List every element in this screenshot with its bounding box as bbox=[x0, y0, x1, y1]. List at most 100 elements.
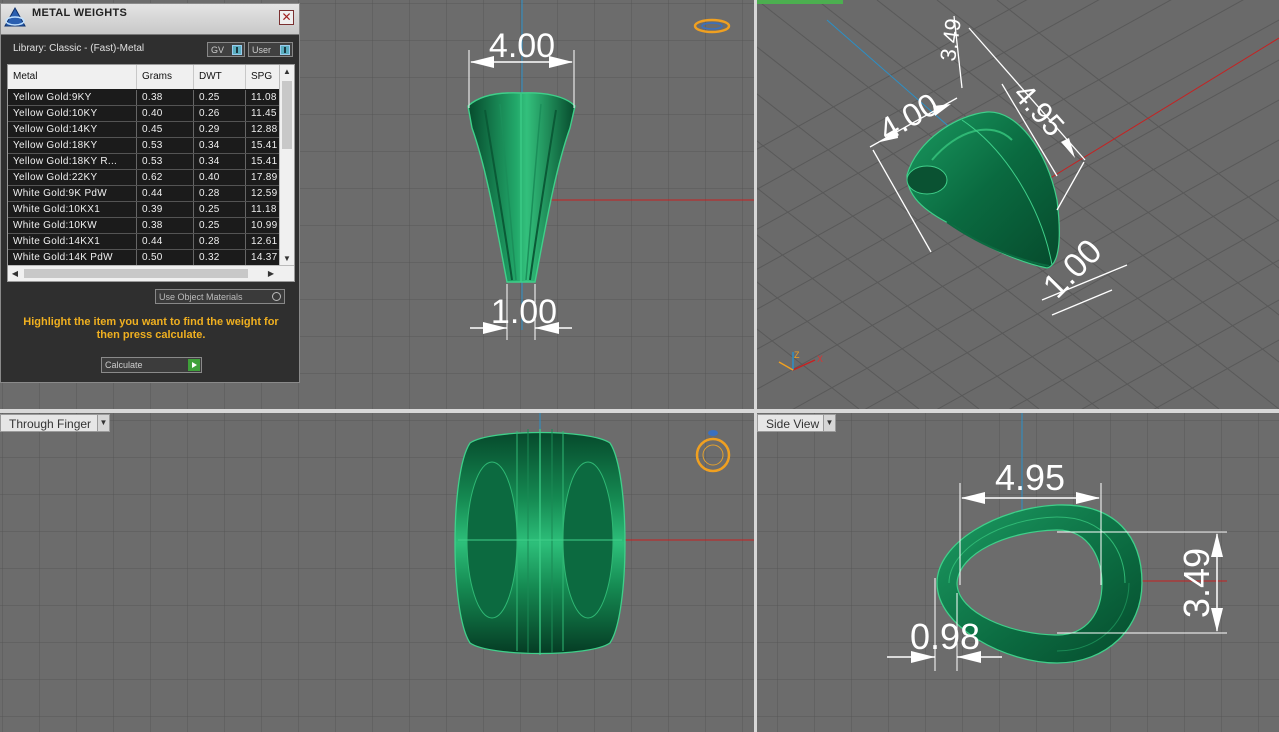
column-header-dwt[interactable]: DWT bbox=[194, 65, 246, 89]
table-cell: 0.25 bbox=[194, 202, 246, 217]
close-icon[interactable]: ✕ bbox=[279, 10, 294, 25]
table-cell: 0.38 bbox=[137, 218, 194, 233]
table-row[interactable]: Yellow Gold:14KY 0.45 0.29 12.88 bbox=[8, 122, 280, 138]
table-cell: 0.38 bbox=[137, 90, 194, 105]
app-logo-icon bbox=[4, 6, 26, 27]
table-cell: 0.28 bbox=[194, 186, 246, 201]
viewport-side-view[interactable]: 4.95 3.49 0.98 Side View ▼ bbox=[757, 413, 1279, 732]
table-cell: 14.37 bbox=[246, 250, 280, 265]
svg-text:Z: Z bbox=[794, 350, 800, 360]
table-row[interactable]: Yellow Gold:9KY 0.38 0.25 11.08 bbox=[8, 90, 280, 106]
table-cell: 0.25 bbox=[194, 90, 246, 105]
vertical-scrollbar[interactable]: ▲ ▼ bbox=[279, 65, 294, 266]
table-cell: 15.41 bbox=[246, 154, 280, 169]
viewport-label-through-finger[interactable]: Through Finger ▼ bbox=[0, 414, 110, 432]
metal-weights-panel: METAL WEIGHTS ✕ Library: Classic - (Fast… bbox=[0, 3, 300, 383]
viewport-divider-vertical[interactable] bbox=[754, 0, 757, 732]
viewport-label-text: Through Finger bbox=[9, 417, 92, 431]
table-cell: 10.99 bbox=[246, 218, 280, 233]
table-row[interactable]: White Gold:9K PdW 0.44 0.28 12.59 bbox=[8, 186, 280, 202]
column-header-spg[interactable]: SPG bbox=[246, 65, 280, 89]
table-row[interactable]: Yellow Gold:22KY 0.62 0.40 17.89 bbox=[8, 170, 280, 186]
table-cell: 17.89 bbox=[246, 170, 280, 185]
table-cell: 0.28 bbox=[194, 234, 246, 249]
scroll-up-icon[interactable]: ▲ bbox=[280, 65, 294, 79]
column-header-grams[interactable]: Grams bbox=[137, 65, 194, 89]
table-row[interactable]: White Gold:10KW 0.38 0.25 10.99 bbox=[8, 218, 280, 234]
gv-toggle-label: GV bbox=[211, 45, 225, 55]
table-cell: Yellow Gold:22KY bbox=[8, 170, 137, 185]
table-cell: 0.26 bbox=[194, 106, 246, 121]
table-header: Metal Grams DWT SPG bbox=[8, 65, 280, 89]
panel-title: METAL WEIGHTS bbox=[32, 7, 128, 19]
use-object-materials-option[interactable]: Use Object Materials bbox=[155, 289, 285, 304]
viewport-through-finger-canvas bbox=[0, 413, 754, 732]
scroll-thumb[interactable] bbox=[282, 81, 292, 149]
viewport-label-side-view[interactable]: Side View ▼ bbox=[757, 414, 836, 432]
calculate-button[interactable]: Calculate bbox=[101, 357, 202, 373]
table-row[interactable]: Yellow Gold:10KY 0.40 0.26 11.45 bbox=[8, 106, 280, 122]
table-cell: 0.45 bbox=[137, 122, 194, 137]
svg-text:X: X bbox=[817, 354, 823, 364]
table-cell: 0.50 bbox=[137, 250, 194, 265]
library-label: Library: Classic - (Fast)-Metal bbox=[13, 43, 145, 54]
horizontal-scrollbar[interactable]: ◀ ▶ bbox=[8, 265, 294, 281]
table-cell: White Gold:10KW bbox=[8, 218, 137, 233]
table-cell: White Gold:10KX1 bbox=[8, 202, 137, 217]
table-cell: 0.44 bbox=[137, 186, 194, 201]
ring-through-finger-shape bbox=[454, 429, 626, 655]
use-object-materials-label: Use Object Materials bbox=[159, 292, 243, 302]
dim-width-top: 4.00 bbox=[489, 27, 555, 65]
dim-width-bottom: 1.00 bbox=[491, 293, 557, 331]
table-row[interactable]: White Gold:14KX1 0.44 0.28 12.61 bbox=[8, 234, 280, 250]
table-cell: White Gold:14KX1 bbox=[8, 234, 137, 249]
play-icon bbox=[188, 359, 200, 371]
viewport-label-text: Side View bbox=[766, 417, 820, 431]
table-cell: 12.61 bbox=[246, 234, 280, 249]
table-cell: 0.34 bbox=[194, 154, 246, 169]
table-cell: Yellow Gold:18KY bbox=[8, 138, 137, 153]
scroll-right-icon[interactable]: ▶ bbox=[264, 266, 278, 281]
table-cell: Yellow Gold:9KY bbox=[8, 90, 137, 105]
table-cell: 0.40 bbox=[137, 106, 194, 121]
table-cell: Yellow Gold:18KY R... bbox=[8, 154, 137, 169]
toggle-switch-icon bbox=[232, 45, 242, 55]
table-cell: 0.39 bbox=[137, 202, 194, 217]
table-cell: 0.53 bbox=[137, 138, 194, 153]
column-header-metal[interactable]: Metal bbox=[8, 65, 137, 89]
scroll-left-icon[interactable]: ◀ bbox=[8, 266, 22, 281]
gv-toggle[interactable]: GV bbox=[207, 42, 245, 57]
table-cell: 15.41 bbox=[246, 138, 280, 153]
table-cell: 0.44 bbox=[137, 234, 194, 249]
scroll-thumb-horizontal[interactable] bbox=[24, 269, 248, 278]
table-row[interactable]: White Gold:10KX1 0.39 0.25 11.18 bbox=[8, 202, 280, 218]
chevron-down-icon[interactable]: ▼ bbox=[823, 415, 835, 431]
chevron-down-icon[interactable]: ▼ bbox=[97, 415, 109, 431]
user-toggle[interactable]: User bbox=[248, 42, 293, 57]
table-cell: 0.32 bbox=[194, 250, 246, 265]
table-cell: 11.08 bbox=[246, 90, 280, 105]
viewport-perspective[interactable]: 4.00 4.95 3.49 1.00 Z X bbox=[757, 0, 1279, 409]
scroll-down-icon[interactable]: ▼ bbox=[280, 252, 294, 266]
dim-0-98: 0.98 bbox=[910, 616, 980, 657]
table-cell: White Gold:14K PdW bbox=[8, 250, 137, 265]
viewport-divider-horizontal[interactable] bbox=[0, 409, 1279, 413]
table-cell: 11.18 bbox=[246, 202, 280, 217]
table-cell: 0.62 bbox=[137, 170, 194, 185]
table-cell: Yellow Gold:10KY bbox=[8, 106, 137, 121]
radio-icon[interactable] bbox=[272, 292, 281, 301]
table-cell: 12.88 bbox=[246, 122, 280, 137]
viewport-through-finger[interactable]: Through Finger ▼ bbox=[0, 413, 754, 732]
table-cell: 0.29 bbox=[194, 122, 246, 137]
viewport-perspective-canvas: 4.00 4.95 3.49 1.00 Z X bbox=[757, 0, 1279, 409]
instruction-text: Highlight the item you want to find the … bbox=[23, 316, 279, 341]
user-toggle-label: User bbox=[252, 45, 272, 55]
table-row[interactable]: Yellow Gold:18KY R... 0.53 0.34 15.41 bbox=[8, 154, 280, 170]
table-cell: 0.34 bbox=[194, 138, 246, 153]
table-row[interactable]: Yellow Gold:18KY 0.53 0.34 15.41 bbox=[8, 138, 280, 154]
table-row[interactable]: White Gold:14K PdW 0.50 0.32 14.37 bbox=[8, 250, 280, 266]
table-cell: 12.59 bbox=[246, 186, 280, 201]
metal-weights-table: Metal Grams DWT SPG Yellow Gold:9KY 0.38 0… bbox=[7, 64, 295, 282]
table-cell: 0.40 bbox=[194, 170, 246, 185]
panel-titlebar[interactable]: METAL WEIGHTS ✕ bbox=[1, 4, 299, 35]
